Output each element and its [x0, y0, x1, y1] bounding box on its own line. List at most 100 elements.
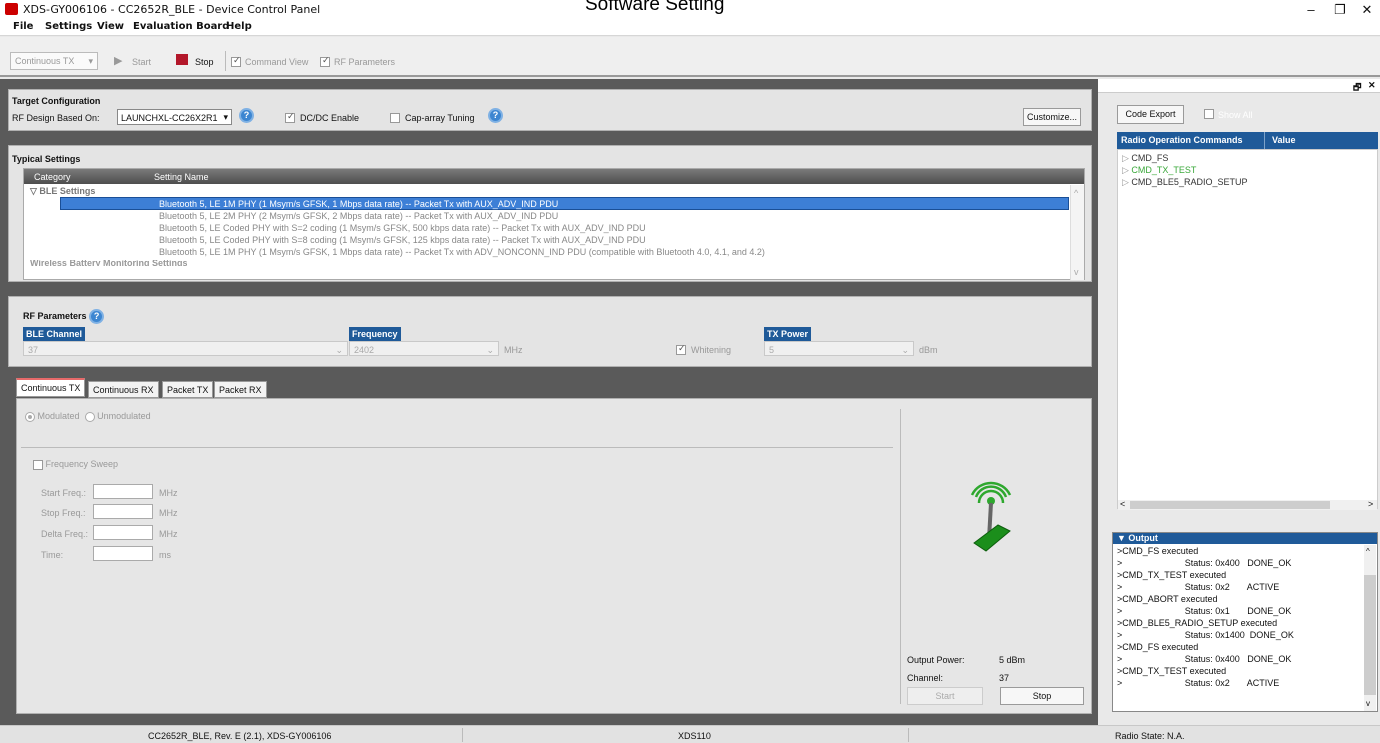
- rf-design-select[interactable]: LAUNCHXL-CC26X2R1 ▾: [117, 109, 232, 125]
- rf-parameters-panel: RF Parameters ? BLE Channel 37 ⌄ Frequenc…: [8, 296, 1092, 367]
- table-row[interactable]: Bluetooth 5, LE 2M PHY (2 Msym/s GFSK, 2…: [159, 211, 558, 221]
- whitening-label: Whitening: [691, 345, 732, 355]
- col-commands: Radio Operation Commands: [1121, 135, 1243, 145]
- tx-power-select[interactable]: 5 ⌄: [764, 341, 914, 356]
- window-title: XDS-GY006106 - CC2652R_BLE - Device Cont…: [23, 3, 321, 16]
- menu-settings[interactable]: Settings: [45, 21, 92, 32]
- output-title: Output: [1128, 533, 1158, 543]
- command-view-checkbox[interactable]: [231, 56, 241, 67]
- maximize-button[interactable]: ❐: [1325, 2, 1355, 18]
- stop-button[interactable]: Stop: [195, 57, 214, 67]
- log-line: > Status: 0x400 DONE_OK: [1117, 558, 1292, 568]
- time-input[interactable]: [93, 546, 153, 561]
- tab-continuous-tx[interactable]: Continuous TX: [16, 378, 86, 397]
- table-row[interactable]: Bluetooth 5, LE 1M PHY (1 Msym/s GFSK, 1…: [159, 247, 765, 257]
- stop-tx-button[interactable]: Stop: [1000, 687, 1084, 705]
- scroll-right-icon[interactable]: >: [1368, 499, 1373, 509]
- help-icon[interactable]: ?: [488, 108, 503, 123]
- unmodulated-radio[interactable]: [84, 411, 95, 422]
- help-icon[interactable]: ?: [239, 108, 254, 123]
- chevron-down-icon: ⌄: [486, 345, 494, 355]
- cap-array-label: Cap-array Tuning: [405, 113, 475, 123]
- divider: [900, 409, 901, 704]
- output-scrollbar[interactable]: ^ v: [1364, 545, 1376, 711]
- minimize-button[interactable]: –: [1296, 2, 1326, 18]
- scroll-left-icon[interactable]: <: [1120, 499, 1125, 509]
- modulated-radio[interactable]: [25, 411, 35, 422]
- help-icon[interactable]: ?: [89, 309, 105, 324]
- triangle-down-icon: ▼: [1117, 533, 1129, 543]
- antenna-icon: [970, 481, 1012, 552]
- delta-freq-input[interactable]: [93, 525, 153, 540]
- toolbar: Continuous TX ▾ ▶ Start Stop Command View…: [0, 37, 1380, 77]
- divider: [21, 447, 893, 448]
- cap-array-checkbox[interactable]: [390, 112, 400, 123]
- rf-design-label: RF Design Based On:: [12, 113, 100, 123]
- ble-channel-select[interactable]: 37 ⌄: [23, 341, 348, 356]
- tx-power-header: TX Power: [764, 327, 812, 341]
- device-status: CC2652R_BLE, Rev. E (2.1), XDS-GY006106: [148, 731, 332, 741]
- scroll-down-icon[interactable]: v: [1366, 699, 1370, 708]
- log-line: >CMD_ABORT executed: [1117, 594, 1218, 604]
- ble-channel-value: 37: [28, 345, 39, 355]
- commands-hscrollbar[interactable]: < >: [1118, 499, 1377, 510]
- show-all-checkbox[interactable]: [1204, 108, 1214, 119]
- play-icon: ▶: [114, 55, 123, 67]
- restore-icon[interactable]: 🗗: [1353, 80, 1361, 96]
- frequency-sweep-checkbox[interactable]: [33, 459, 43, 470]
- target-configuration-title: Target Configuration: [12, 96, 101, 106]
- stop-freq-input[interactable]: [93, 504, 153, 519]
- log-line: > Status: 0x2 ACTIVE: [1117, 582, 1280, 592]
- code-export-button[interactable]: Code Export: [1117, 105, 1184, 124]
- start-freq-label: Start Freq.:: [41, 488, 87, 498]
- whitening-checkbox[interactable]: [676, 344, 686, 355]
- command-cmd-ble5-radio-setup[interactable]: ▷ CMD_BLE5_RADIO_SETUP: [1122, 177, 1247, 188]
- tab-packet-tx[interactable]: Packet TX: [162, 381, 214, 398]
- status-bar: CC2652R_BLE, Rev. E (2.1), XDS-GY006106 …: [0, 725, 1380, 743]
- scroll-up-icon[interactable]: ^: [1366, 547, 1370, 556]
- command-cmd-tx-test[interactable]: ▷ CMD_TX_TEST: [1122, 165, 1196, 176]
- menu-file[interactable]: File: [13, 21, 33, 32]
- table-row[interactable]: Bluetooth 5, LE 1M PHY (1 Msym/s GFSK, 1…: [60, 197, 1069, 210]
- tx-power-value: 5: [769, 345, 775, 355]
- time-label: Time:: [41, 550, 64, 560]
- menu-view[interactable]: View: [97, 21, 124, 32]
- table-scrollbar[interactable]: ^ v: [1070, 185, 1084, 280]
- start-freq-unit: MHz: [159, 488, 178, 498]
- table-row[interactable]: Bluetooth 5, LE Coded PHY with S=8 codin…: [159, 235, 646, 245]
- log-line: >CMD_TX_TEST executed: [1117, 666, 1227, 676]
- menu-help[interactable]: Help: [226, 21, 252, 32]
- scroll-up-icon[interactable]: ^: [1074, 188, 1078, 198]
- mode-select[interactable]: Continuous TX ▾: [10, 52, 98, 70]
- modulation-radio-group: Modulated Unmodulated: [25, 411, 151, 422]
- log-line: >CMD_BLE5_RADIO_SETUP executed: [1117, 618, 1278, 628]
- tab-packet-rx[interactable]: Packet RX: [214, 381, 267, 398]
- start-freq-input[interactable]: [93, 484, 153, 499]
- start-tx-button[interactable]: Start: [907, 687, 983, 705]
- command-cmd-fs[interactable]: ▷ CMD_FS: [1122, 153, 1168, 164]
- unmodulated-label: Unmodulated: [97, 411, 151, 421]
- dcdc-checkbox[interactable]: [285, 112, 295, 123]
- rf-parameters-checkbox[interactable]: [320, 56, 330, 67]
- group-wireless-battery[interactable]: Wireless Battery Monitoring Settings: [30, 260, 187, 266]
- time-unit: ms: [159, 550, 171, 560]
- scroll-down-icon[interactable]: v: [1074, 267, 1079, 277]
- group-label: BLE Settings: [39, 186, 96, 196]
- command-view-label: Command View: [245, 57, 309, 67]
- group-ble-settings[interactable]: ▽ BLE Settings: [30, 186, 95, 197]
- menu-evaluation-board[interactable]: Evaluation Board: [133, 21, 229, 32]
- scroll-thumb[interactable]: [1364, 575, 1376, 695]
- start-button[interactable]: Start: [132, 57, 151, 67]
- frequency-unit: MHz: [504, 345, 523, 355]
- tab-continuous-rx[interactable]: Continuous RX: [88, 381, 159, 398]
- customize-button[interactable]: Customize...: [1023, 108, 1081, 126]
- stop-freq-label: Stop Freq.:: [41, 508, 86, 518]
- close-button[interactable]: ✕: [1352, 2, 1380, 18]
- table-row[interactable]: Bluetooth 5, LE Coded PHY with S=2 codin…: [159, 223, 646, 233]
- mode-select-value: Continuous TX: [15, 56, 75, 66]
- frequency-select[interactable]: 2402 ⌄: [349, 341, 499, 356]
- output-log: >CMD_FS executed > Status: 0x400 DONE_OK…: [1117, 545, 1357, 711]
- commands-table-header: Radio Operation Commands Value: [1117, 132, 1378, 149]
- frequency-header: Frequency: [349, 327, 401, 341]
- close-icon[interactable]: ✕: [1368, 80, 1376, 91]
